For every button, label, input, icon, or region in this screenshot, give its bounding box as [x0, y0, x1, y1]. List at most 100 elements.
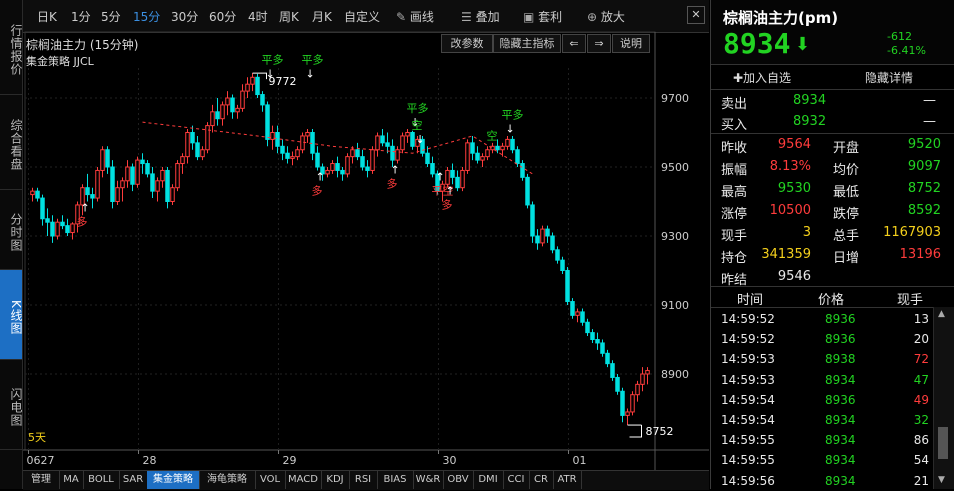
tick-row: 14:59:54 8936 49 [711, 390, 931, 410]
arrow-down-icon: ↓ [416, 133, 425, 146]
y-tick-label: 9100 [661, 299, 689, 312]
x-tick-label: 01 [573, 454, 587, 467]
indicator-tab[interactable]: BIAS [377, 471, 414, 489]
candle-body [65, 225, 70, 234]
tick-price: 8938 [825, 352, 856, 367]
down-arrow-icon: ⬇ [795, 34, 811, 55]
candle-body [155, 180, 160, 192]
y-tick-label: 9700 [661, 92, 689, 105]
tab-kline[interactable]: K线图 [0, 270, 23, 360]
tab-flash[interactable]: 闪电图 [0, 360, 23, 450]
candle-body [565, 270, 570, 303]
stat-label: 现手 [721, 229, 748, 244]
candle-body [225, 97, 230, 106]
kline-chart[interactable]: 970095009300910089000627 28 29 30 0197728752… [23, 0, 709, 470]
indicator-tab[interactable]: 海龟策略 [199, 471, 256, 489]
signal-label: 多 [77, 215, 88, 229]
candle-body [115, 187, 120, 202]
indicator-tab[interactable]: MACD [285, 471, 322, 489]
candle-body [280, 145, 285, 154]
indicator-tab[interactable]: W&R [413, 471, 444, 489]
candle-body [295, 149, 300, 158]
indicator-tab[interactable]: 管理 [23, 471, 60, 489]
tab-timeshare[interactable]: 分时图 [0, 190, 23, 270]
candle-body [645, 370, 650, 375]
candle-body [85, 187, 90, 196]
candle-body [360, 156, 365, 168]
tick-volume: 20 [913, 332, 929, 347]
candle-body [375, 135, 380, 151]
candle-body [350, 149, 355, 158]
indicator-tab[interactable]: SAR [119, 471, 148, 489]
stat-label: 最高 [721, 185, 748, 200]
candle-body [395, 149, 400, 161]
tab-quotes[interactable]: 行情报价 [0, 0, 23, 95]
indicator-tab[interactable]: CCI [503, 471, 530, 489]
candle-body [265, 104, 270, 140]
indicator-tab[interactable]: BOLL [83, 471, 120, 489]
candle-body [425, 152, 430, 165]
stat-row: 涨停 10500 跌停 8592 [711, 200, 954, 222]
candle-body [510, 138, 515, 151]
scroll-thumb[interactable] [938, 427, 948, 459]
add-watchlist-button[interactable]: ✚加入自选 [733, 69, 791, 86]
indicator-tab[interactable]: VOL [255, 471, 286, 489]
candle-body [170, 187, 175, 202]
candle-body [130, 166, 135, 185]
stat-value: 9097 [907, 159, 941, 174]
candle-body [245, 83, 250, 92]
arrow-down-icon: ↓ [506, 123, 515, 136]
ticks-scrollbar[interactable]: ▲ ▼ [933, 307, 954, 489]
signal-label: 多 [442, 197, 453, 211]
candle-body [230, 97, 235, 113]
stat-row: 最高 9530 最低 8752 [711, 178, 954, 200]
stat-row: 昨结 9546 [711, 266, 954, 288]
stat-row: 昨收 9564 开盘 9520 [711, 134, 954, 156]
stat-row: 持仓 341359 日增 13196 [711, 244, 954, 266]
scroll-up-icon[interactable]: ▲ [938, 309, 945, 319]
tick-volume: 47 [913, 372, 929, 387]
hide-detail-button[interactable]: 隐藏详情 [865, 69, 913, 86]
candle-body [615, 376, 620, 392]
indicator-tab[interactable]: 集金策略 [147, 471, 200, 489]
scroll-down-icon[interactable]: ▼ [938, 475, 945, 485]
stat-label: 最低 [833, 185, 860, 200]
arrow-up-icon: ↑ [81, 202, 90, 215]
tick-row: 14:59:55 8934 86 [711, 430, 931, 450]
candle-body [505, 138, 510, 147]
candle-body [100, 149, 105, 171]
candle-body [150, 173, 155, 192]
candle-body [610, 363, 615, 378]
candle-body [135, 159, 140, 185]
stat-label: 开盘 [833, 141, 860, 156]
indicator-tab[interactable]: OBV [443, 471, 474, 489]
price-change: -612 [887, 30, 912, 43]
candle-body [210, 111, 215, 127]
tick-volume: 86 [913, 433, 929, 448]
candle-body [560, 259, 565, 271]
tick-time: 14:59:55 [721, 453, 775, 468]
candle-body [335, 163, 340, 171]
indicator-tab[interactable]: MA [59, 471, 84, 489]
candle-body [455, 176, 460, 189]
indicator-tab[interactable]: ATR [553, 471, 582, 489]
indicator-tab[interactable]: DMI [473, 471, 504, 489]
candle-body [400, 135, 405, 151]
candle-body [35, 190, 40, 199]
x-tick-label: 0627 [27, 454, 55, 467]
indicator-tab[interactable]: CR [529, 471, 554, 489]
arrow-up-icon: ↑ [316, 171, 325, 184]
arrow-up-icon: ↑ [436, 171, 445, 184]
tick-price: 8934 [825, 433, 856, 448]
indicator-tab[interactable]: RSI [349, 471, 378, 489]
candle-body [110, 166, 115, 202]
stat-label: 总手 [833, 229, 860, 244]
candle-body [260, 94, 265, 106]
indicator-tab[interactable]: KDJ [321, 471, 350, 489]
candle-body [250, 76, 255, 85]
tick-price: 8934 [825, 453, 856, 468]
signal-label: 平多 [407, 101, 429, 115]
tab-overview[interactable]: 综合看盘 [0, 95, 23, 190]
tick-time: 14:59:54 [721, 392, 775, 407]
y-tick-label: 9500 [661, 161, 689, 174]
